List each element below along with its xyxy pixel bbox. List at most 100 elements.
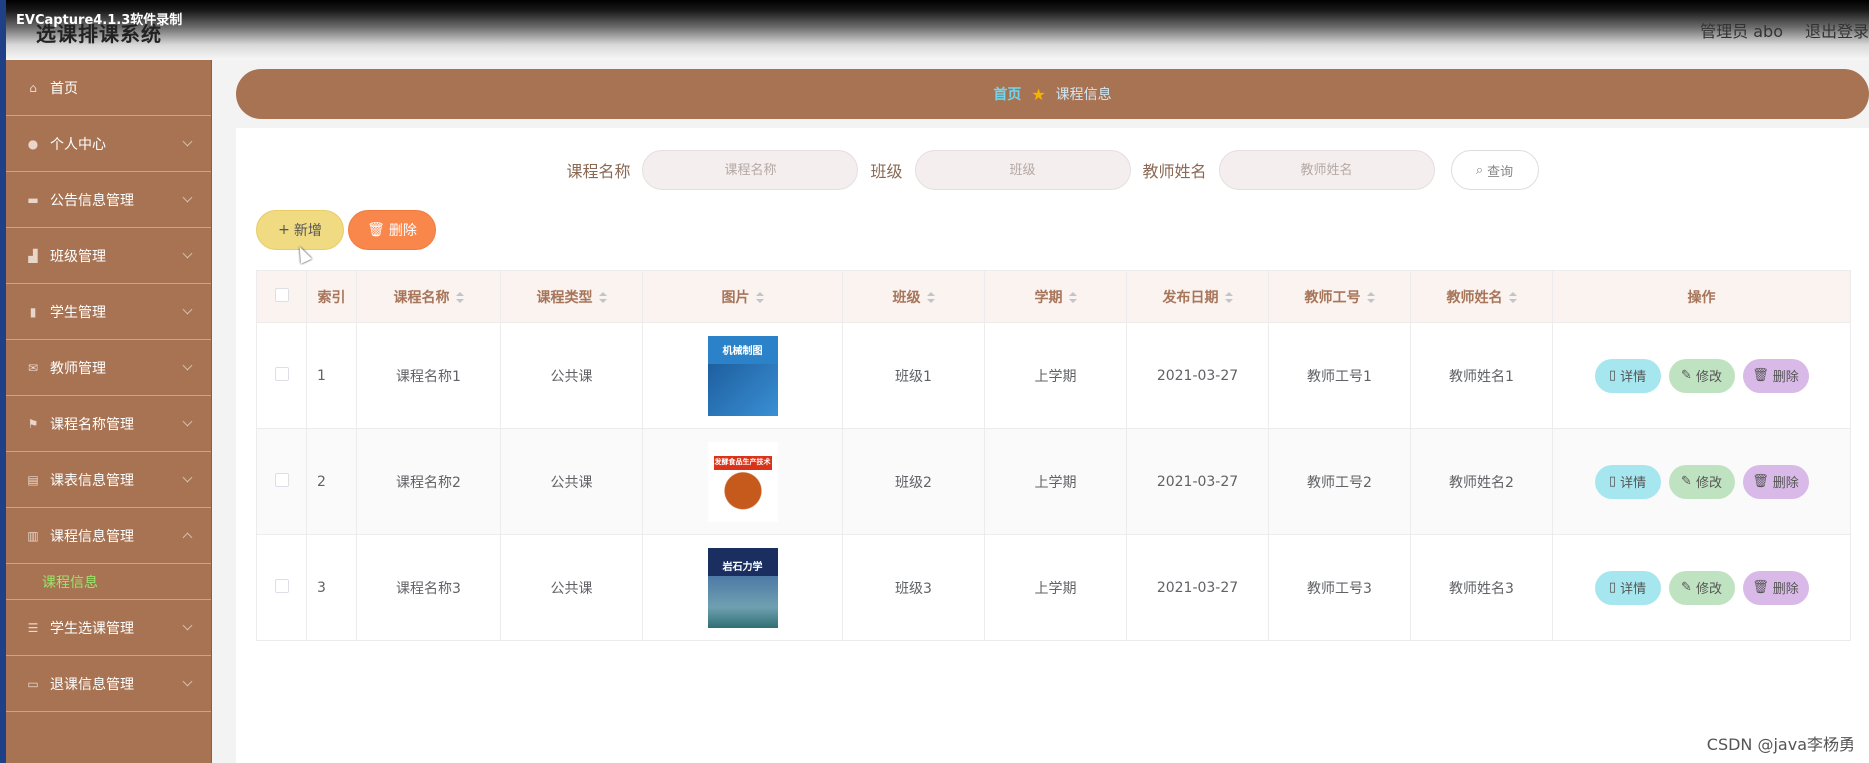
logout-link[interactable]: 退出登录 [1805, 18, 1869, 42]
trash-icon: 🗑 [1752, 368, 1769, 383]
header-class[interactable]: 班级 [842, 270, 985, 323]
batch-delete-label: 删除 [388, 223, 417, 239]
sidebar-item-enrollment[interactable]: ☰ 学生选课管理 [6, 600, 211, 656]
cell-ops: ▯ 详情 ✎ 修改 🗑 删除 [1552, 428, 1851, 535]
header-term[interactable]: 学期 [984, 270, 1127, 323]
header-course-name[interactable]: 课程名称 [356, 270, 501, 323]
header-course-type[interactable]: 课程类型 [500, 270, 643, 323]
delete-button[interactable]: 🗑 删除 [1742, 570, 1809, 605]
sidebar-item-notices[interactable]: ▬ 公告信息管理 [6, 172, 211, 228]
document-icon: ▯ [1608, 474, 1617, 489]
bar-chart-icon: ▮ [29, 304, 37, 319]
edit-label: 修改 [1695, 582, 1722, 597]
mail-icon: ✉ [27, 360, 39, 375]
batch-delete-button[interactable]: 🗑 删除 [348, 210, 436, 250]
cell-teacher-no: 教师工号1 [1268, 322, 1411, 429]
chevron-down-icon [182, 136, 193, 147]
query-button[interactable]: ⌕ 查询 [1450, 150, 1539, 190]
sort-icon[interactable] [1068, 291, 1077, 304]
sidebar-item-label: 学生选课管理 [50, 620, 134, 637]
cell-term: 上学期 [984, 428, 1127, 535]
sort-icon[interactable] [1224, 291, 1233, 304]
sidebar-item-label: 教师管理 [50, 360, 106, 377]
select-all-checkbox[interactable] [274, 287, 289, 302]
chevron-down-icon [182, 416, 193, 427]
header-index: 索引 [306, 270, 357, 323]
header-teacher-name[interactable]: 教师姓名 [1410, 270, 1553, 323]
action-bar: + 新增 🗑 删除 [256, 210, 436, 250]
sidebar-item-label: 个人中心 [50, 136, 106, 153]
table-row: 2 课程名称2 公共课 发酵食品生产技术 班级2 上学期 2021-03-27 … [256, 428, 1851, 535]
flag-icon: ⚑ [27, 416, 39, 431]
trash-icon: 🗑 [1752, 474, 1769, 489]
sort-icon[interactable] [755, 291, 764, 304]
header-label: 学期 [1034, 289, 1063, 306]
chevron-down-icon [182, 192, 193, 203]
sidebar-item-teachers[interactable]: ✉ 教师管理 [6, 340, 211, 396]
home-icon: ⌂ [29, 80, 37, 95]
course-name-input[interactable] [642, 150, 859, 190]
cell-image: 机械制图 [642, 322, 843, 429]
top-header: EVCapture4.1.3软件录制 选课排课系统 管理员 abo 退出登录 [0, 0, 1869, 60]
edit-button[interactable]: ✎ 修改 [1668, 464, 1735, 499]
sidebar-item-profile[interactable]: ● 个人中心 [6, 116, 211, 172]
chevron-up-icon [182, 532, 193, 543]
chevron-down-icon [182, 304, 193, 315]
table-row: 3 课程名称3 公共课 岩石力学 班级3 上学期 2021-03-27 教师工号… [256, 534, 1851, 641]
sidebar-item-course-info[interactable]: ▥ 课程信息管理 [6, 508, 211, 564]
table-row: 1 课程名称1 公共课 机械制图 班级1 上学期 2021-03-27 教师工号… [256, 322, 1851, 429]
header-teacher-no[interactable]: 教师工号 [1268, 270, 1411, 323]
sidebar-item-withdrawal[interactable]: ▭ 退课信息管理 [6, 656, 211, 712]
sidebar-item-course-names[interactable]: ⚑ 课程名称管理 [6, 396, 211, 452]
cell-class: 班级1 [842, 322, 985, 429]
sort-icon[interactable] [1366, 291, 1375, 304]
header-date[interactable]: 发布日期 [1126, 270, 1269, 323]
sidebar-item-students[interactable]: ▮ 学生管理 [6, 284, 211, 340]
breadcrumb-home[interactable]: 首页 [993, 84, 1021, 104]
row-select-cell [256, 428, 307, 535]
delete-button[interactable]: 🗑 删除 [1742, 358, 1809, 393]
monitor-icon: ▭ [27, 676, 39, 691]
sidebar-item-timetable[interactable]: ▤ 课表信息管理 [6, 452, 211, 508]
cell-course-type: 公共课 [500, 428, 643, 535]
add-button[interactable]: + 新增 [256, 210, 344, 250]
header-image[interactable]: 图片 [642, 270, 843, 323]
row-checkbox[interactable] [274, 578, 289, 593]
user-label: 管理员 abo [1700, 22, 1783, 41]
edit-button[interactable]: ✎ 修改 [1668, 358, 1735, 393]
sidebar-item-label: 课程信息管理 [50, 528, 134, 545]
edit-button[interactable]: ✎ 修改 [1668, 570, 1735, 605]
sort-icon[interactable] [598, 291, 607, 304]
sort-icon[interactable] [1508, 291, 1517, 304]
edit-label: 修改 [1695, 476, 1722, 491]
main-content: 首页 ★ 课程信息 课程名称 班级 教师姓名 ⌕ 查询 + 新增 🗑 删除 [212, 60, 1869, 763]
sidebar-item-classes[interactable]: ▟ 班级管理 [6, 228, 211, 284]
cell-ops: ▯ 详情 ✎ 修改 🗑 删除 [1552, 322, 1851, 429]
row-checkbox[interactable] [274, 366, 289, 381]
sidebar-subitem-course-info[interactable]: 课程信息 [6, 564, 211, 600]
sort-icon[interactable] [926, 291, 935, 304]
detail-button[interactable]: ▯ 详情 [1594, 358, 1661, 393]
detail-button[interactable]: ▯ 详情 [1594, 570, 1661, 605]
teacher-name-input[interactable] [1218, 150, 1435, 190]
row-checkbox[interactable] [274, 472, 289, 487]
book-cover-title: 岩石力学 [722, 561, 763, 573]
edit-label: 修改 [1695, 370, 1722, 385]
class-input[interactable] [914, 150, 1131, 190]
cell-course-name: 课程名称3 [356, 534, 501, 641]
header-label: 课程名称 [393, 289, 450, 306]
sidebar-item-label: 学生管理 [50, 304, 106, 321]
cell-date: 2021-03-27 [1126, 534, 1269, 641]
breadcrumb: 首页 ★ 课程信息 [236, 69, 1869, 119]
content-panel: 课程名称 班级 教师姓名 ⌕ 查询 + 新增 🗑 删除 [236, 128, 1869, 763]
cell-ops: ▯ 详情 ✎ 修改 🗑 删除 [1552, 534, 1851, 641]
cell-course-type: 公共课 [500, 534, 643, 641]
detail-label: 详情 [1620, 582, 1647, 597]
header-label: 教师工号 [1304, 289, 1361, 306]
sidebar-item-home[interactable]: ⌂ 首页 [6, 60, 211, 116]
detail-button[interactable]: ▯ 详情 [1594, 464, 1661, 499]
header-ops: 操作 [1552, 270, 1851, 323]
sort-icon[interactable] [455, 291, 464, 304]
delete-button[interactable]: 🗑 删除 [1742, 464, 1809, 499]
chevron-down-icon [182, 472, 193, 483]
